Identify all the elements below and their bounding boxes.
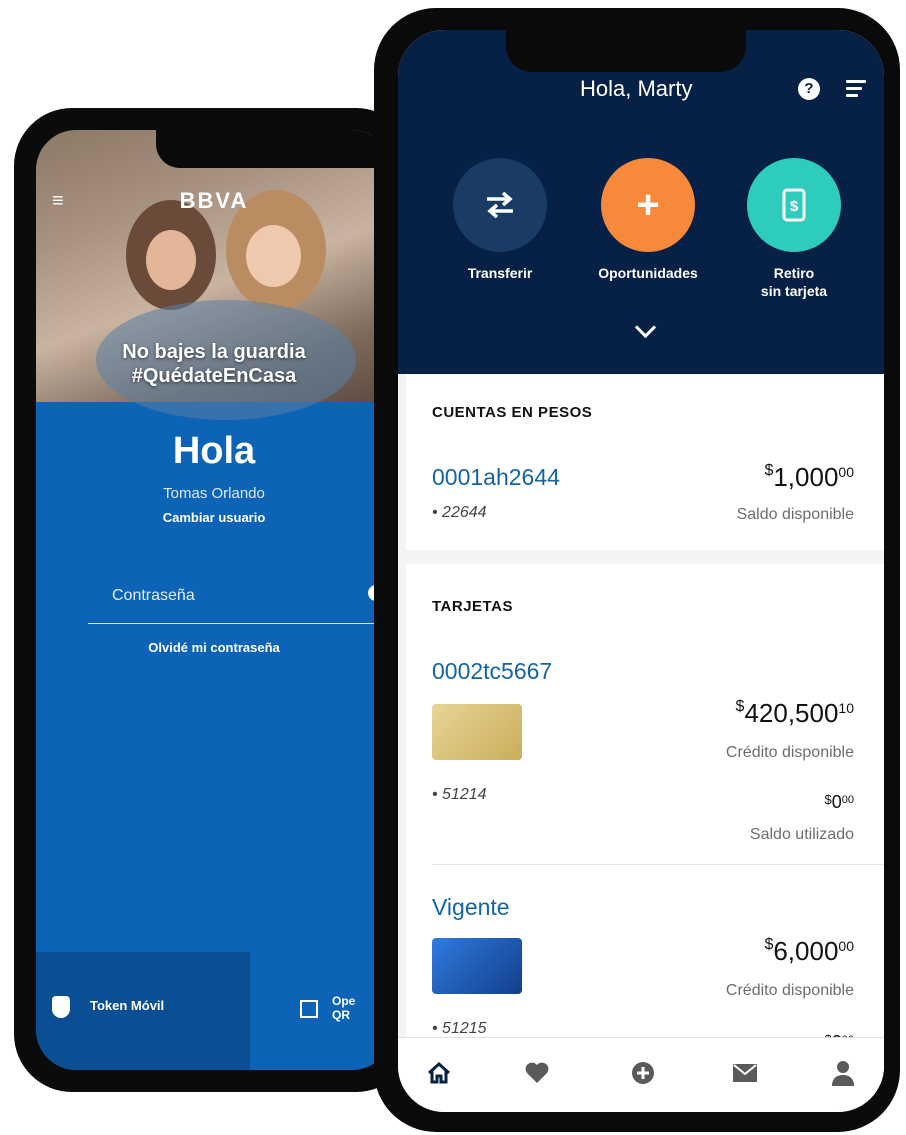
chevron-down-icon[interactable] xyxy=(634,316,657,339)
add-circle-icon[interactable] xyxy=(630,1060,656,1086)
health-heart-icon[interactable] xyxy=(524,1060,550,1086)
slogan-line-1: No bajes la guardia xyxy=(122,341,306,363)
banner-slogan: No bajes la guardia #QuédateEnCasa xyxy=(36,340,392,388)
card-credit-available: $420,50010 xyxy=(736,698,854,729)
account-number: • 22644 xyxy=(432,504,487,521)
credit-caption: Crédito disponible xyxy=(725,744,854,761)
help-icon[interactable]: ? xyxy=(798,78,820,100)
balance-cents: 00 xyxy=(838,464,854,480)
card-used-balance: $000 xyxy=(825,792,855,813)
balance-caption: Saldo disponible xyxy=(736,506,854,523)
cardless-withdrawal-action[interactable]: $ Retiro sin tarjeta xyxy=(734,158,854,300)
forgot-password-link[interactable]: Olvidé mi contraseña xyxy=(36,640,392,655)
card-name[interactable]: 0002tc5667 xyxy=(432,658,552,685)
cardless-withdrawal-label: Retiro sin tarjeta xyxy=(760,265,828,299)
password-field[interactable]: Contraseña xyxy=(88,575,392,624)
opportunities-action[interactable]: + Oportunidades xyxy=(588,158,708,282)
photo-face-right xyxy=(246,225,301,287)
accounts-section: CUENTAS EN PESOS 0001ah2644 • 22644 $1,0… xyxy=(406,374,884,550)
card-credit-available: $6,00000 xyxy=(764,936,854,967)
user-greeting: Hola, Marty xyxy=(580,76,693,101)
header-panel: Hola, Marty ? Transferir + Oportunidades… xyxy=(398,30,884,374)
credit-cents: 10 xyxy=(838,700,854,716)
phone-notch xyxy=(156,130,392,168)
card-name[interactable]: Vigente xyxy=(432,894,510,921)
login-phone-frame: ≡ BBVA No bajes la guardia #QuédateEnCas… xyxy=(14,108,414,1092)
credit-cents: 00 xyxy=(838,938,854,954)
card-number: • 51215 xyxy=(432,1020,487,1037)
login-greeting: Hola xyxy=(172,430,256,472)
accounts-title: CUENTAS EN PESOS xyxy=(432,404,593,421)
transfer-label: Transferir xyxy=(467,265,533,281)
credit-main: 420,500 xyxy=(744,698,839,728)
cash-phone-icon: $ xyxy=(747,158,841,252)
transfer-arrows-icon xyxy=(453,158,547,252)
mail-icon[interactable] xyxy=(732,1060,758,1086)
change-user-link[interactable]: Cambiar usuario xyxy=(36,510,392,525)
bbva-logo: BBVA xyxy=(179,188,249,213)
shield-icon xyxy=(52,996,70,1018)
password-label: Contraseña xyxy=(112,587,195,604)
section-divider xyxy=(432,864,884,865)
used-cents: 00 xyxy=(841,794,854,806)
plus-icon: + xyxy=(601,158,695,252)
token-movil-button[interactable]: Token Móvil xyxy=(36,952,250,1070)
used-main: 0 xyxy=(831,792,842,812)
card-number: • 51214 xyxy=(432,786,487,803)
bottom-navigation xyxy=(398,1037,884,1112)
qr-operations-label[interactable]: Ope QR xyxy=(332,994,372,1022)
used-caption: Saldo utilizado xyxy=(749,826,854,843)
credit-main: 6,000 xyxy=(773,936,839,966)
balance-main: 1,000 xyxy=(773,462,839,492)
currency-symbol: $ xyxy=(764,936,774,953)
user-name: Tomas Orlando xyxy=(163,485,265,502)
currency-symbol: $ xyxy=(764,462,774,479)
slogan-line-2: #QuédateEnCasa xyxy=(131,365,297,387)
home-icon[interactable] xyxy=(426,1060,452,1086)
accounts-screen: Hola, Marty ? Transferir + Oportunidades… xyxy=(398,30,884,1112)
profile-icon[interactable] xyxy=(830,1060,856,1086)
token-label: Token Móvil xyxy=(90,998,165,1013)
hamburger-menu-icon[interactable] xyxy=(846,80,866,98)
currency-symbol: $ xyxy=(824,792,832,807)
cards-section: TARJETAS 0002tc5667 • 51214 $420,50010 C… xyxy=(406,564,884,1084)
cards-title: TARJETAS xyxy=(432,598,513,615)
login-screen: ≡ BBVA No bajes la guardia #QuédateEnCas… xyxy=(36,130,392,1070)
phone-notch xyxy=(506,30,746,72)
photo-face-left xyxy=(146,230,196,290)
svg-text:$: $ xyxy=(790,198,799,215)
credit-caption: Crédito disponible xyxy=(725,982,854,999)
blue-card-image xyxy=(432,938,522,994)
account-name[interactable]: 0001ah2644 xyxy=(432,464,560,491)
transfer-action[interactable]: Transferir xyxy=(440,158,560,282)
gold-card-image xyxy=(432,704,522,760)
account-balance: $1,00000 xyxy=(764,462,854,493)
opportunities-label: Oportunidades xyxy=(598,265,698,281)
accounts-phone-frame: Hola, Marty ? Transferir + Oportunidades… xyxy=(374,8,900,1132)
qr-icon[interactable] xyxy=(300,1000,318,1018)
